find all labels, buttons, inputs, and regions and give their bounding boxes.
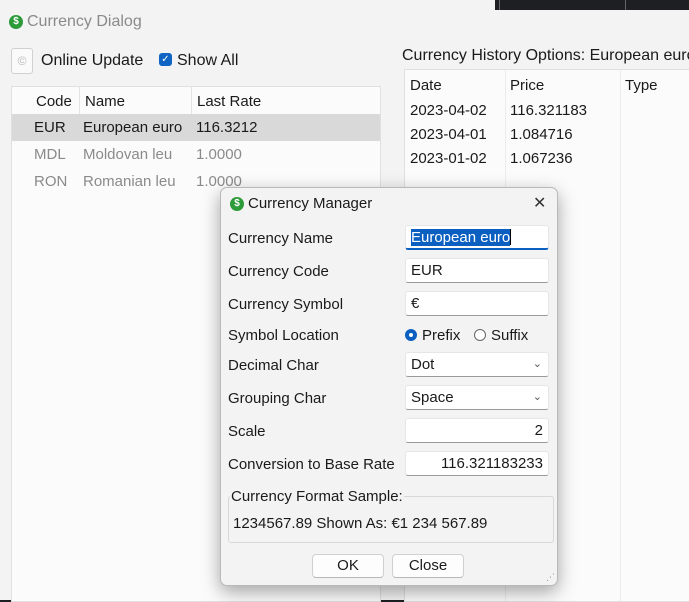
prefix-label[interactable]: Prefix [422,327,460,344]
background-window-edge [495,0,689,10]
row-rate: 1.0000 [196,146,242,163]
column-header-code[interactable]: Code [36,93,72,110]
history-row-price[interactable]: 116.321183 [510,102,587,119]
close-button[interactable]: Close [392,554,464,578]
column-header-name[interactable]: Name [85,93,125,110]
close-icon[interactable]: ✕ [533,193,546,213]
symbol-location-label: Symbol Location [228,327,339,344]
show-all-label[interactable]: Show All [177,52,238,70]
ok-button[interactable]: OK [312,554,384,578]
grouping-char-select[interactable]: Space ⌄ [405,385,549,410]
format-sample-text: 1234567.89 Shown As: €1 234 567.89 [233,515,488,532]
currency-code-input[interactable]: EUR [405,258,549,283]
currency-name-value: European euro [411,229,511,246]
history-row-date[interactable]: 2023-01-02 [410,150,487,167]
history-header-price[interactable]: Price [510,77,544,94]
chevron-down-icon: ⌄ [532,358,542,370]
row-code: MDL [34,146,66,163]
list-row-mdl[interactable]: MDL Moldovan leu 1.0000 [12,141,380,168]
currency-coin-icon: $ [9,15,23,29]
decimal-char-select[interactable]: Dot ⌄ [405,352,549,377]
online-update-icon[interactable]: © [11,48,33,74]
history-title: Currency History Options: European euro [402,47,689,64]
row-code: RON [34,173,68,190]
history-header-type[interactable]: Type [625,77,658,94]
scale-label: Scale [228,423,266,440]
online-update-button[interactable]: Online Update [41,52,143,70]
suffix-radio[interactable] [474,329,486,341]
decimal-char-value: Dot [411,356,435,373]
conversion-rate-label: Conversion to Base Rate [228,456,395,473]
row-name: Moldovan leu [83,146,173,163]
history-row-price[interactable]: 1.067236 [510,150,573,167]
row-rate: 116.3212 [196,119,258,136]
prefix-radio[interactable] [405,329,417,341]
history-row-date[interactable]: 2023-04-01 [410,126,487,143]
history-header-date[interactable]: Date [410,77,442,94]
currency-name-input[interactable]: European euro [405,225,549,250]
currency-coin-icon: $ [230,197,244,211]
window-title: Currency Dialog [27,13,142,30]
scale-input[interactable]: 2 [405,418,549,443]
resize-grip-icon[interactable]: ⋰ [546,572,555,583]
list-header: Code Name Last Rate [12,87,380,115]
currency-symbol-label: Currency Symbol [228,296,344,313]
list-row-eur[interactable]: EUR European euro 116.3212 [12,114,380,141]
suffix-label[interactable]: Suffix [491,327,528,344]
chevron-down-icon: ⌄ [532,391,542,403]
grouping-char-label: Grouping Char [228,390,327,407]
row-code: EUR [34,119,66,136]
modal-title: Currency Manager [248,195,373,212]
history-row-price[interactable]: 1.084716 [510,126,573,143]
column-header-last-rate[interactable]: Last Rate [197,93,261,110]
format-sample-title: Currency Format Sample: [230,488,404,505]
grouping-char-value: Space [411,389,454,406]
currency-name-label: Currency Name [228,230,334,247]
row-name: Romanian leu [83,173,176,190]
currency-symbol-input[interactable]: € [405,291,549,316]
history-row-date[interactable]: 2023-04-02 [410,102,487,119]
show-all-checkbox[interactable]: ✓ [159,53,172,66]
currency-code-label: Currency Code [228,263,329,280]
currency-manager-dialog: $ Currency Manager ✕ Currency Name Europ… [220,187,558,586]
row-name: European euro [83,119,183,136]
conversion-rate-input[interactable]: 116.321183233 [405,451,549,476]
decimal-char-label: Decimal Char [228,357,319,374]
